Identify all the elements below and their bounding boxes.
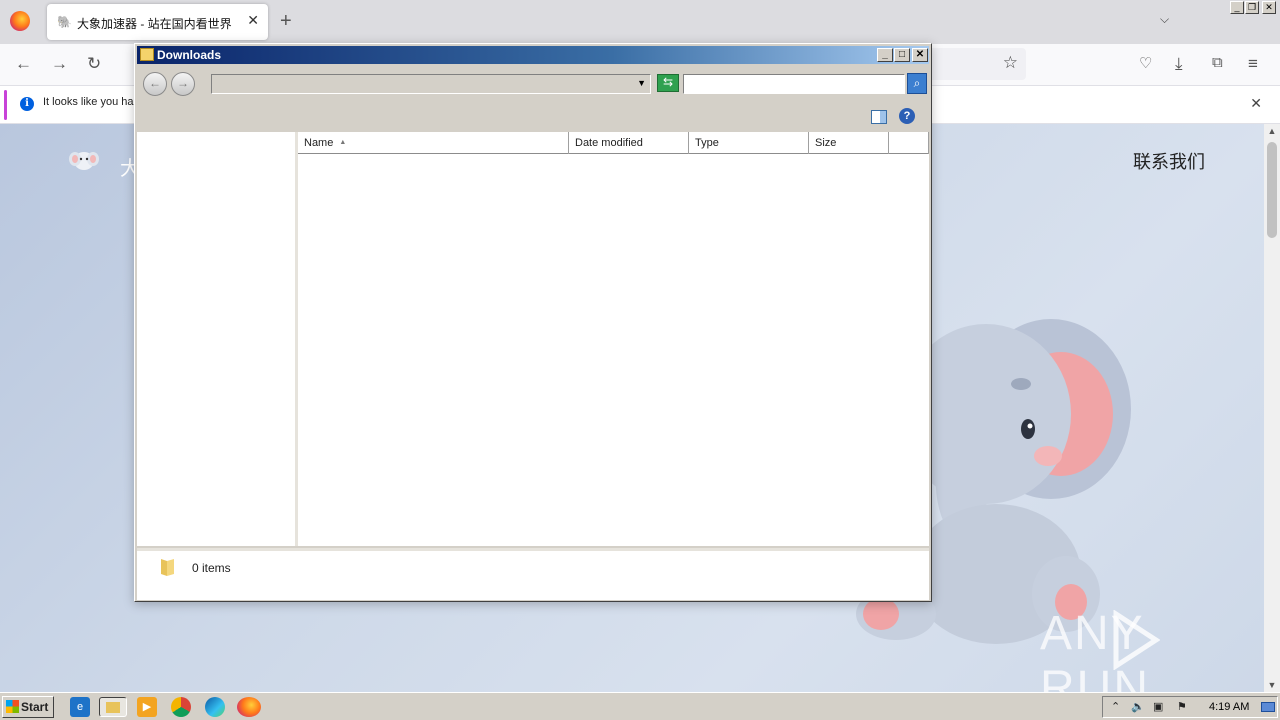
sort-ascending-icon: ▲	[339, 139, 347, 146]
new-tab-icon[interactable]: +	[280, 10, 292, 33]
firefox-taskbar-icon[interactable]	[237, 697, 261, 717]
chevron-down-icon[interactable]: ⌵	[1160, 12, 1169, 27]
maximize-icon[interactable]: □	[894, 48, 910, 62]
system-tray: ⌃ 🔈 ▣ ⚑ 4:19 AM	[1102, 696, 1278, 718]
reload-icon[interactable]: ↻	[87, 54, 101, 74]
column-header-size[interactable]: Size	[809, 132, 889, 154]
clock[interactable]: 4:19 AM	[1209, 701, 1249, 713]
edge-icon[interactable]	[205, 697, 225, 717]
navigation-pane[interactable]	[137, 132, 295, 546]
search-icon[interactable]: ⌕	[907, 73, 927, 94]
tab-active[interactable]: 🐘 大象加速器 - 站在国内看世界 ✕	[47, 4, 268, 40]
close-window-icon[interactable]: ✕	[1262, 1, 1276, 14]
address-bar[interactable]: ▼	[211, 74, 651, 94]
page-scrollbar[interactable]: ▲ ▼	[1264, 124, 1280, 692]
menu-icon[interactable]: ≡	[1248, 54, 1258, 74]
address-row: ← → ▼ ⇆ ⌕	[137, 66, 929, 100]
start-label: Start	[21, 700, 49, 714]
start-button[interactable]: Start	[2, 696, 54, 718]
info-icon: i	[20, 97, 34, 111]
help-icon[interactable]: ?	[899, 108, 915, 124]
scroll-thumb[interactable]	[1267, 142, 1277, 238]
close-icon[interactable]: ✕	[912, 48, 928, 62]
windows-logo-icon	[6, 700, 19, 713]
preview-pane-icon[interactable]	[871, 110, 887, 124]
volume-icon[interactable]: 🔈	[1131, 700, 1145, 713]
column-headers: Name ▲ Date modified Type Size	[298, 132, 929, 154]
minimize-icon[interactable]: _	[1230, 1, 1244, 14]
scroll-down-icon[interactable]: ▼	[1264, 680, 1280, 690]
refresh-icon[interactable]: ⇆	[657, 74, 679, 92]
column-header-filler	[889, 132, 929, 154]
show-desktop-icon[interactable]	[1261, 702, 1275, 712]
firefox-logo-icon	[10, 11, 30, 31]
media-player-icon[interactable]: ▶	[137, 697, 157, 717]
column-header-type[interactable]: Type	[689, 132, 809, 154]
scroll-up-icon[interactable]: ▲	[1264, 126, 1280, 136]
extensions-icon[interactable]: ⧉	[1212, 54, 1223, 71]
close-notification-icon[interactable]: ✕	[1250, 95, 1262, 112]
tray-expand-icon[interactable]: ⌃	[1111, 700, 1120, 713]
tab-title: 大象加速器 - 站在国内看世界	[77, 17, 232, 31]
internet-explorer-icon[interactable]: e	[70, 697, 90, 717]
folder-icon	[106, 702, 120, 713]
notification-accent	[4, 90, 7, 120]
chrome-icon[interactable]	[171, 697, 191, 717]
window-title: Downloads	[157, 48, 222, 62]
status-bar: 0 items	[137, 548, 929, 600]
pocket-icon[interactable]: ♡	[1139, 54, 1152, 72]
restore-icon[interactable]: ❐	[1245, 1, 1259, 14]
folder-icon	[161, 559, 174, 576]
watermark-play-icon	[1113, 610, 1160, 670]
forward-button[interactable]: →	[171, 72, 195, 96]
dropdown-arrow-icon[interactable]: ▼	[637, 78, 646, 88]
browser-tab-bar: 🐘 大象加速器 - 站在国内看世界 ✕ + ⌵ _ ❐ ✕	[0, 0, 1280, 44]
download-icon[interactable]: ⤓	[1175, 54, 1183, 74]
forward-arrow-icon[interactable]: →	[51, 54, 68, 74]
column-header-name[interactable]: Name ▲	[298, 132, 569, 154]
folder-icon	[140, 48, 154, 61]
taskbar: Start e ▶ ⌃ 🔈 ▣ ⚑ 4:19 AM	[0, 692, 1280, 720]
notification-text: It looks like you ha	[43, 96, 134, 108]
url-bar-end[interactable]: ☆	[920, 48, 1026, 80]
explorer-titlebar[interactable]: Downloads _ □ ✕	[137, 46, 929, 64]
bookmark-star-icon[interactable]: ☆	[1003, 53, 1018, 73]
explorer-window: Downloads _ □ ✕ ← → ▼ ⇆ ⌕ ? Name ▲ Date m…	[134, 43, 932, 602]
command-bar: ?	[137, 102, 929, 130]
minimize-icon[interactable]: _	[877, 48, 893, 62]
explorer-taskbar-icon[interactable]	[99, 697, 127, 717]
item-count: 0 items	[192, 561, 231, 575]
search-input[interactable]	[683, 74, 905, 94]
column-header-date-modified[interactable]: Date modified	[569, 132, 689, 154]
close-tab-icon[interactable]: ✕	[247, 12, 259, 29]
contact-us-link[interactable]: 联系我们	[1133, 148, 1205, 174]
elephant-logo-icon[interactable]	[68, 148, 100, 174]
elephant-favicon-icon: 🐘	[57, 15, 72, 29]
file-list[interactable]: Name ▲ Date modified Type Size	[298, 132, 929, 546]
back-arrow-icon[interactable]: ←	[15, 54, 32, 74]
network-icon[interactable]: ▣	[1153, 700, 1163, 713]
flag-icon[interactable]: ⚑	[1177, 700, 1187, 713]
back-button[interactable]: ←	[143, 72, 167, 96]
